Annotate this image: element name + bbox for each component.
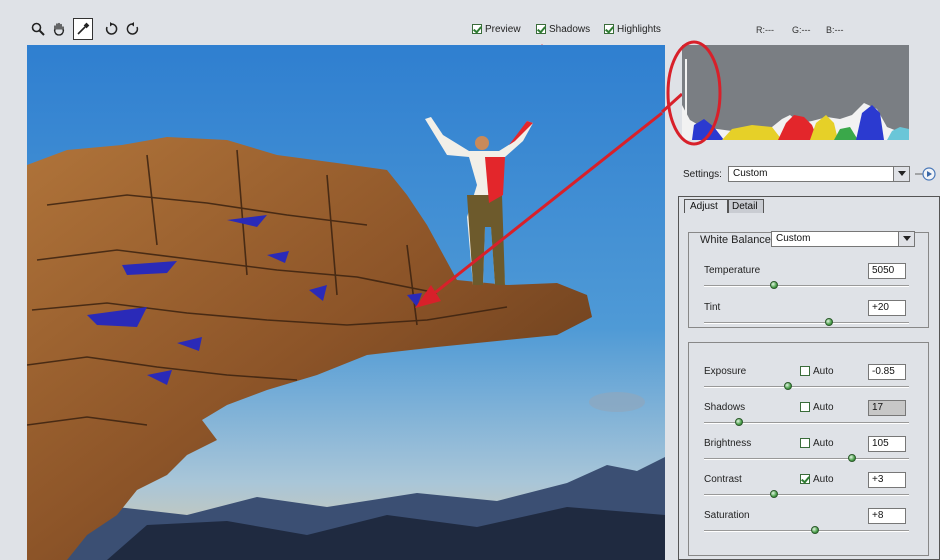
shadows-label: Shadows [704,402,746,413]
shadows-slider-thumb[interactable] [735,418,743,426]
temperature-value-field[interactable]: 5050 [868,263,906,279]
shadows-auto-option[interactable]: Auto [800,402,834,413]
brightness-label: Brightness [704,438,752,449]
eyedropper-tool[interactable] [73,18,93,40]
settings-menu-button[interactable] [915,166,937,182]
settings-label: Settings: [683,169,722,180]
preview-option[interactable]: Preview [472,24,521,35]
highlights-label: Highlights [617,24,661,35]
exposure-slider-track[interactable] [704,386,909,388]
shadows-checkbox[interactable] [536,24,546,34]
tab-adjust[interactable]: Adjust [684,199,728,213]
preview-checkbox[interactable] [472,24,482,34]
b-readout: B:--- [826,25,844,35]
temperature-slider-track[interactable] [704,285,909,287]
brightness-auto-checkbox[interactable] [800,438,810,448]
rotate-right-icon [126,22,139,35]
tab-adjust-label: Adjust [690,201,718,212]
brightness-auto-option[interactable]: Auto [800,438,834,449]
tint-label: Tint [704,302,721,313]
contrast-auto-option[interactable]: Auto [800,474,834,485]
white-balance-dropdown-button[interactable] [898,232,914,246]
brightness-auto-label: Auto [813,438,834,449]
toolbar: Preview Shadows Highlights R:--- G:--- B… [0,0,940,44]
tint-slider-thumb[interactable] [825,318,833,326]
contrast-value-field[interactable]: +3 [868,472,906,488]
image-preview[interactable] [27,45,665,560]
highlights-checkbox[interactable] [604,24,614,34]
exposure-auto-checkbox[interactable] [800,366,810,376]
g-readout: G:--- [792,25,811,35]
preview-label: Preview [485,24,521,35]
exposure-auto-label: Auto [813,366,834,377]
eyedropper-icon [77,22,90,35]
exposure-label: Exposure [704,366,747,377]
annotation-circle [666,40,722,146]
white-balance-select[interactable]: Custom [771,231,915,247]
settings-select[interactable]: Custom [728,166,910,182]
exposure-value-field[interactable]: -0.85 [868,364,906,380]
white-balance-label: White Balance: [700,234,774,246]
contrast-label: Contrast [704,474,742,485]
temperature-slider-thumb[interactable] [770,281,778,289]
highlights-option[interactable]: Highlights [604,24,661,35]
settings-dropdown-button[interactable] [893,167,909,181]
hand-icon [53,22,65,36]
tab-detail-label: Detail [732,201,758,212]
brightness-value-field[interactable]: 105 [868,436,906,452]
landscape-photo [27,45,665,560]
zoom-tool[interactable] [28,18,48,40]
saturation-value-field[interactable]: +8 [868,508,906,524]
brightness-slider-track[interactable] [704,458,909,460]
contrast-slider-thumb[interactable] [770,490,778,498]
exposure-slider-thumb[interactable] [784,382,792,390]
shadows-auto-checkbox[interactable] [800,402,810,412]
temperature-label: Temperature [704,265,761,276]
chevron-down-icon [897,171,906,176]
rotate-right-tool[interactable] [123,18,143,40]
shadows-label: Shadows [549,24,591,35]
brightness-slider-thumb[interactable] [848,454,856,462]
saturation-slider-track[interactable] [704,530,909,532]
shadows-value-field[interactable]: 17 [868,400,906,416]
zoom-icon [31,22,45,36]
shadows-option[interactable]: Shadows [536,24,590,35]
rotate-left-tool[interactable] [101,18,121,40]
contrast-auto-checkbox[interactable] [800,474,810,484]
shadows-auto-label: Auto [813,402,834,413]
exposure-auto-option[interactable]: Auto [800,366,834,377]
rotate-left-icon [105,22,118,35]
contrast-slider-track[interactable] [704,494,909,496]
r-readout: R:--- [756,25,774,35]
contrast-auto-label: Auto [813,474,834,485]
chevron-down-icon [902,236,911,241]
settings-value: Custom [733,168,768,179]
saturation-slider-thumb[interactable] [811,526,819,534]
tint-value-field[interactable]: +20 [868,300,906,316]
white-balance-value: Custom [776,233,811,244]
adjustments-panel: Settings: Custom Adjust Detail White Bal… [672,150,940,560]
saturation-label: Saturation [704,510,750,521]
tint-slider-track[interactable] [704,322,909,324]
hand-tool[interactable] [49,18,69,40]
tab-detail[interactable]: Detail [728,199,764,213]
camera-raw-window: Preview Shadows Highlights R:--- G:--- B… [0,0,940,560]
